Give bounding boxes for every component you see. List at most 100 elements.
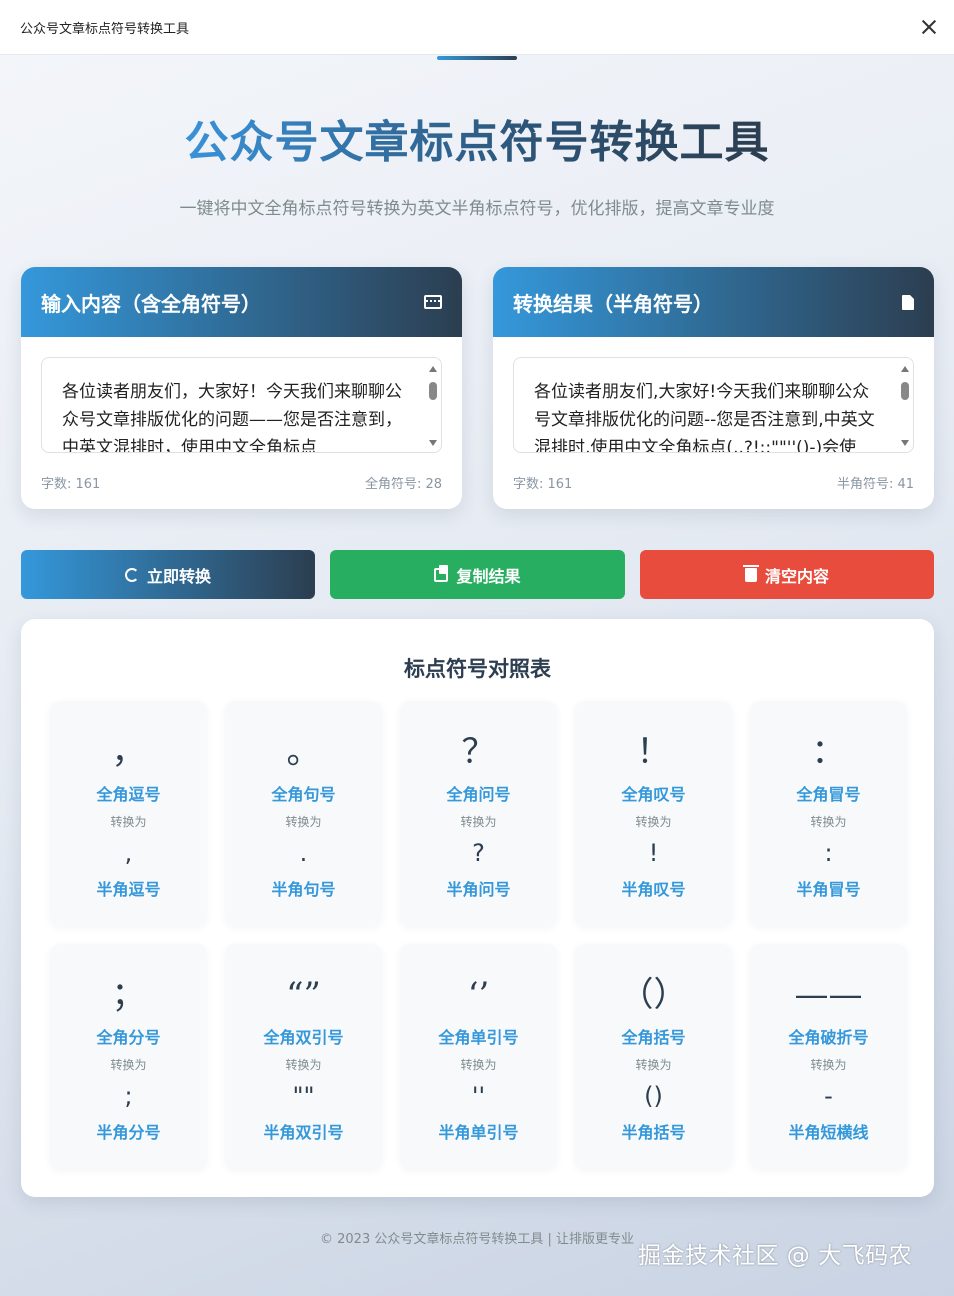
clear-button[interactable]: 清空内容 — [640, 550, 934, 599]
half-width-name: 半角短横线 — [788, 1123, 869, 1142]
clear-button-label: 清空内容 — [764, 566, 829, 586]
full-width-symbol: —— — [794, 975, 863, 1015]
half-width-symbol: () — [644, 1082, 663, 1110]
refresh-icon — [124, 567, 139, 582]
full-width-symbol: ： — [811, 732, 846, 772]
window-title: 公众号文章标点符号转换工具 — [20, 21, 190, 37]
half-width-symbol: ; — [124, 1082, 133, 1110]
full-width-symbol: “” — [286, 975, 321, 1015]
convert-to-label: 转换为 — [460, 1058, 497, 1072]
output-panel-title: 转换结果（半角符号） — [513, 291, 713, 316]
watermark-text: 掘金技术社区 @ 大飞码农 — [638, 1243, 913, 1269]
full-width-name: 全角括号 — [621, 1028, 686, 1047]
half-width-symbol: ? — [472, 839, 485, 867]
scroll-thumb[interactable] — [901, 382, 909, 400]
input-symbol-count: 全角符号: 28 — [364, 477, 442, 492]
output-textarea[interactable]: 各位读者朋友们,大家好!今天我们来聊聊公众号文章排版优化的问题--您是否注意到,… — [513, 357, 914, 453]
output-stats: 字数: 161 半角符号: 41 — [513, 473, 914, 492]
reference-item: （） 全角括号 转换为 () 半角括号 — [575, 944, 732, 1169]
close-icon[interactable] — [918, 16, 940, 38]
output-scrollbar[interactable] — [899, 360, 911, 452]
full-width-name: 全角破折号 — [788, 1028, 869, 1047]
half-width-name: 半角句号 — [271, 880, 336, 899]
convert-button[interactable]: 立即转换 — [21, 550, 315, 599]
full-width-symbol: ？ — [461, 732, 496, 772]
convert-to-label: 转换为 — [635, 815, 672, 829]
reference-item: ： 全角冒号 转换为 : 半角冒号 — [750, 701, 907, 926]
full-width-symbol: ！ — [636, 732, 671, 772]
input-scrollbar[interactable] — [427, 360, 439, 452]
half-width-name: 半角冒号 — [796, 880, 861, 899]
full-width-name: 全角叹号 — [621, 785, 686, 804]
convert-to-label: 转换为 — [110, 1058, 147, 1072]
window-titlebar: 公众号文章标点符号转换工具 — [0, 0, 954, 55]
output-panel-header: 转换结果（半角符号） — [493, 267, 934, 337]
convert-to-label: 转换为 — [285, 1058, 322, 1072]
trash-icon — [742, 564, 759, 582]
full-width-symbol: 。 — [286, 732, 321, 772]
scroll-down-icon[interactable] — [429, 440, 437, 446]
input-stats: 字数: 161 全角符号: 28 — [41, 473, 442, 492]
half-width-symbol: , — [124, 839, 133, 867]
reference-item: 。 全角句号 转换为 . 半角句号 — [225, 701, 382, 926]
reference-item: “” 全角双引号 转换为 "" 半角双引号 — [225, 944, 382, 1169]
full-width-name: 全角问号 — [446, 785, 511, 804]
keyboard-icon — [424, 295, 442, 309]
full-width-name: 全角句号 — [271, 785, 336, 804]
file-icon — [902, 294, 914, 310]
half-width-symbol: ! — [648, 839, 659, 867]
reference-table: 标点符号对照表 ， 全角逗号 转换为 , 半角逗号 。 全角句号 转换为 . 半… — [21, 619, 934, 1197]
reference-item: ， 全角逗号 转换为 , 半角逗号 — [50, 701, 207, 926]
reference-grid: ， 全角逗号 转换为 , 半角逗号 。 全角句号 转换为 . 半角句号 ？ 全角… — [50, 701, 907, 1169]
half-width-symbol: '' — [471, 1082, 486, 1110]
full-width-name: 全角分号 — [96, 1028, 161, 1047]
full-width-name: 全角双引号 — [263, 1028, 344, 1047]
output-panel: 转换结果（半角符号） 各位读者朋友们,大家好!今天我们来聊聊公众号文章排版优化的… — [493, 267, 934, 509]
half-width-name: 半角双引号 — [263, 1123, 344, 1142]
scroll-up-icon[interactable] — [429, 366, 437, 372]
half-width-name: 半角问号 — [446, 880, 511, 899]
input-panel-title: 输入内容（含全角符号） — [41, 291, 261, 316]
convert-to-label: 转换为 — [110, 815, 147, 829]
reference-item: ！ 全角叹号 转换为 ! 半角叹号 — [575, 701, 732, 926]
output-text: 各位读者朋友们,大家好!今天我们来聊聊公众号文章排版优化的问题--您是否注意到,… — [534, 382, 875, 453]
full-width-name: 全角逗号 — [96, 785, 161, 804]
input-word-count: 字数: 161 — [41, 477, 101, 492]
full-width-symbol: ， — [111, 732, 146, 772]
page-title: 公众号文章标点符号转换工具 — [185, 106, 770, 176]
copy-button-label: 复制结果 — [456, 566, 521, 586]
reference-item: ‘’ 全角单引号 转换为 '' 半角单引号 — [400, 944, 557, 1169]
half-width-name: 半角分号 — [96, 1123, 161, 1142]
full-width-name: 全角冒号 — [796, 785, 861, 804]
convert-to-label: 转换为 — [810, 815, 847, 829]
scroll-down-icon[interactable] — [901, 440, 909, 446]
scroll-up-icon[interactable] — [901, 366, 909, 372]
half-width-name: 半角叹号 — [621, 880, 686, 899]
convert-button-label: 立即转换 — [146, 566, 211, 586]
half-width-symbol: : — [824, 839, 833, 867]
hero-header: 公众号文章标点符号转换工具 一键将中文全角标点符号转换为英文半角标点符号，优化排… — [0, 106, 954, 219]
title-underline — [437, 56, 517, 60]
copy-icon — [434, 564, 449, 582]
input-textarea[interactable]: 各位读者朋友们，大家好！今天我们来聊聊公众号文章排版优化的问题——您是否注意到，… — [41, 357, 442, 453]
half-width-name: 半角单引号 — [438, 1123, 519, 1142]
scroll-thumb[interactable] — [429, 382, 437, 400]
output-word-count: 字数: 161 — [513, 477, 573, 492]
full-width-symbol: ‘’ — [467, 975, 490, 1015]
copy-button[interactable]: 复制结果 — [330, 550, 625, 599]
convert-to-label: 转换为 — [635, 1058, 672, 1072]
convert-to-label: 转换为 — [460, 815, 497, 829]
half-width-name: 半角逗号 — [96, 880, 161, 899]
full-width-name: 全角单引号 — [438, 1028, 519, 1047]
reference-item: ？ 全角问号 转换为 ? 半角问号 — [400, 701, 557, 926]
half-width-symbol: . — [299, 839, 308, 867]
half-width-symbol: "" — [292, 1082, 315, 1110]
full-width-symbol: （） — [619, 975, 688, 1015]
input-panel: 输入内容（含全角符号） 各位读者朋友们，大家好！今天我们来聊聊公众号文章排版优化… — [21, 267, 462, 509]
output-symbol-count: 半角符号: 41 — [836, 477, 914, 492]
reference-title: 标点符号对照表 — [404, 657, 551, 681]
convert-to-label: 转换为 — [285, 815, 322, 829]
full-width-symbol: ； — [111, 975, 146, 1015]
reference-item: ； 全角分号 转换为 ; 半角分号 — [50, 944, 207, 1169]
reference-item: —— 全角破折号 转换为 - 半角短横线 — [750, 944, 907, 1169]
